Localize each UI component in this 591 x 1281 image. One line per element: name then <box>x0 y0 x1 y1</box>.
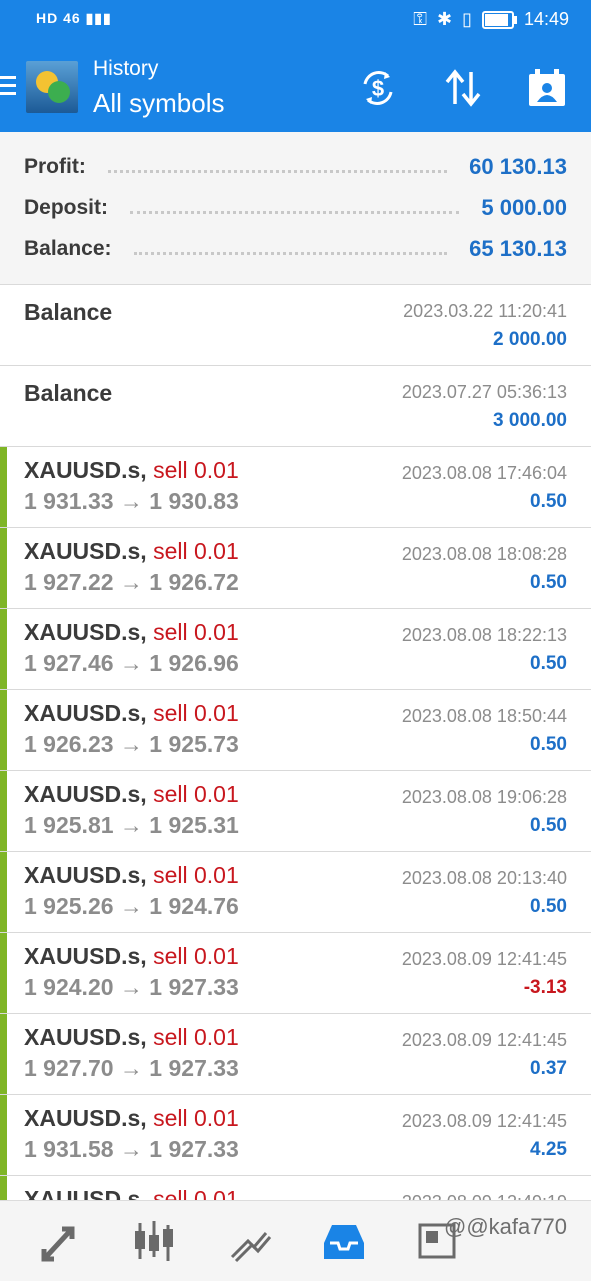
operation-amount: 3 000.00 <box>493 410 567 431</box>
operation-amount: 2 000.00 <box>493 329 567 350</box>
trade-date: 2023.08.09 12:41:45 <box>401 1111 567 1131</box>
status-icons-right: ⚿ ✱ ▯ 14:49 <box>413 9 569 30</box>
calendar-icon[interactable] <box>525 66 569 110</box>
summary-row-deposit: Deposit: 5 000.00 <box>24 193 567 223</box>
summary-row-profit: Profit: 60 130.13 <box>24 152 567 182</box>
trade-row[interactable]: XAUUSD.s, sell 0.01 1 925.26 → 1 924.76 … <box>0 852 591 933</box>
leader-dots <box>130 210 460 214</box>
trade-prices: 1 924.20 → 1 927.33 <box>24 974 239 1000</box>
trade-profit: 0.37 <box>530 1058 567 1079</box>
trade-row[interactable]: XAUUSD.s, sell 0.01 1 927.70 → 1 927.33 … <box>0 1014 591 1095</box>
trade-symbol: XAUUSD.s, sell 0.01 <box>24 1024 239 1050</box>
trade-prices: 1 927.46 → 1 926.96 <box>24 650 239 676</box>
history-list: Balance 2023.03.22 11:20:41 2 000.00 Bal… <box>0 285 591 1257</box>
trade-date: 2023.08.08 18:22:13 <box>401 625 567 645</box>
leader-dots <box>107 169 448 173</box>
key-icon: ⚿ <box>413 9 427 29</box>
trade-prices: 1 931.33 → 1 930.83 <box>24 488 239 514</box>
balance-row[interactable]: Balance 2023.07.27 05:36:13 3 000.00 <box>0 366 591 447</box>
trade-symbol: XAUUSD.s, sell 0.01 <box>24 457 239 483</box>
trade-action: sell 0.01 <box>153 1024 239 1050</box>
summary-label: Profit: <box>24 155 86 178</box>
trade-profit: 0.50 <box>530 653 567 674</box>
trade-symbol: XAUUSD.s, sell 0.01 <box>24 538 239 564</box>
trade-action: sell 0.01 <box>153 538 239 564</box>
trade-prices: 1 925.81 → 1 925.31 <box>24 812 239 838</box>
trade-row[interactable]: XAUUSD.s, sell 0.01 1 927.22 → 1 926.72 … <box>0 528 591 609</box>
trade-row[interactable]: XAUUSD.s, sell 0.01 1 924.20 → 1 927.33 … <box>0 933 591 1014</box>
trade-action: sell 0.01 <box>153 862 239 888</box>
bottom-navigation <box>0 1200 591 1281</box>
trade-symbol: XAUUSD.s, sell 0.01 <box>24 943 239 969</box>
sort-icon[interactable] <box>441 66 485 110</box>
balance-row[interactable]: Balance 2023.03.22 11:20:41 2 000.00 <box>0 285 591 366</box>
trade-prices: 1 927.70 → 1 927.33 <box>24 1055 239 1081</box>
trade-prices: 1 925.26 → 1 924.76 <box>24 893 239 919</box>
operation-type: Balance <box>24 299 113 325</box>
trade-row[interactable]: XAUUSD.s, sell 0.01 1 925.81 → 1 925.31 … <box>0 771 591 852</box>
operation-type: Balance <box>24 380 113 406</box>
trade-date: 2023.08.08 17:46:04 <box>401 463 567 483</box>
bluetooth-icon: ✱ <box>436 9 453 29</box>
summary-value: 60 130.13 <box>469 154 567 179</box>
trade-prices: 1 927.22 → 1 926.72 <box>24 569 239 595</box>
trade-prices: 1 931.58 → 1 927.33 <box>24 1136 239 1162</box>
dollar-sync-icon[interactable]: $ <box>356 66 400 110</box>
trade-profit: -3.13 <box>523 977 567 998</box>
trade-symbol: XAUUSD.s, sell 0.01 <box>24 619 239 645</box>
svg-text:$: $ <box>372 76 384 101</box>
account-summary: Profit: 60 130.13 Deposit: 5 000.00 Bala… <box>0 132 591 285</box>
app-logo <box>26 61 78 113</box>
trade-symbol: XAUUSD.s, sell 0.01 <box>24 700 239 726</box>
trade-date: 2023.08.08 18:50:44 <box>401 706 567 726</box>
trade-symbol: XAUUSD.s, sell 0.01 <box>24 862 239 888</box>
summary-value: 65 130.13 <box>469 236 567 261</box>
trade-date: 2023.08.08 20:13:40 <box>401 868 567 888</box>
menu-icon[interactable] <box>0 76 16 100</box>
trade-profit: 0.50 <box>530 572 567 593</box>
operation-date: 2023.03.22 11:20:41 <box>403 301 567 321</box>
history-icon[interactable] <box>320 1217 368 1265</box>
trade-symbol: XAUUSD.s, sell 0.01 <box>24 781 239 807</box>
trade-action: sell 0.01 <box>153 700 239 726</box>
trade-date: 2023.08.08 18:08:28 <box>401 544 567 564</box>
trade-profit: 0.50 <box>530 734 567 755</box>
trade-prices: 1 926.23 → 1 925.73 <box>24 731 239 757</box>
trade-profit: 0.50 <box>530 491 567 512</box>
trade-row[interactable]: XAUUSD.s, sell 0.01 1 926.23 → 1 925.73 … <box>0 690 591 771</box>
trade-profit: 0.50 <box>530 815 567 836</box>
symbol-filter[interactable]: All symbols <box>93 88 224 119</box>
trade-action: sell 0.01 <box>153 457 239 483</box>
status-icons-left: HD 46 ▮▮▮ <box>36 10 112 26</box>
trade-symbol: XAUUSD.s, sell 0.01 <box>24 1105 239 1131</box>
page-title: History <box>93 57 159 80</box>
trade-icon[interactable] <box>226 1217 274 1265</box>
summary-label: Balance: <box>24 237 112 260</box>
chart-icon[interactable] <box>130 1217 178 1265</box>
trade-row[interactable]: XAUUSD.s, sell 0.01 1 931.33 → 1 930.83 … <box>0 447 591 528</box>
trade-date: 2023.08.08 19:06:28 <box>401 787 567 807</box>
summary-row-balance: Balance: 65 130.13 <box>24 234 567 264</box>
trade-action: sell 0.01 <box>153 1105 239 1131</box>
leader-dots <box>133 251 448 255</box>
operation-date: 2023.07.27 05:36:13 <box>401 382 567 402</box>
trade-date: 2023.08.09 12:41:45 <box>401 1030 567 1050</box>
clock: 14:49 <box>523 9 569 29</box>
status-bar: HD 46 ▮▮▮ ⚿ ✱ ▯ 14:49 <box>0 0 591 40</box>
trade-profit: 4.25 <box>530 1139 567 1160</box>
battery-icon <box>481 10 517 29</box>
trade-profit: 0.50 <box>530 896 567 917</box>
summary-value: 5 000.00 <box>481 195 567 220</box>
app-bar: History All symbols $ <box>0 40 591 132</box>
watermark: @@kafa770 <box>444 1214 567 1239</box>
trade-row[interactable]: XAUUSD.s, sell 0.01 1 931.58 → 1 927.33 … <box>0 1095 591 1176</box>
trade-date: 2023.08.09 12:41:45 <box>401 949 567 969</box>
trade-action: sell 0.01 <box>153 943 239 969</box>
summary-label: Deposit: <box>24 196 108 219</box>
trade-action: sell 0.01 <box>153 781 239 807</box>
quotes-icon[interactable] <box>36 1217 84 1265</box>
trade-row[interactable]: XAUUSD.s, sell 0.01 1 927.46 → 1 926.96 … <box>0 609 591 690</box>
trade-action: sell 0.01 <box>153 619 239 645</box>
vibrate-icon: ▯ <box>462 9 472 29</box>
